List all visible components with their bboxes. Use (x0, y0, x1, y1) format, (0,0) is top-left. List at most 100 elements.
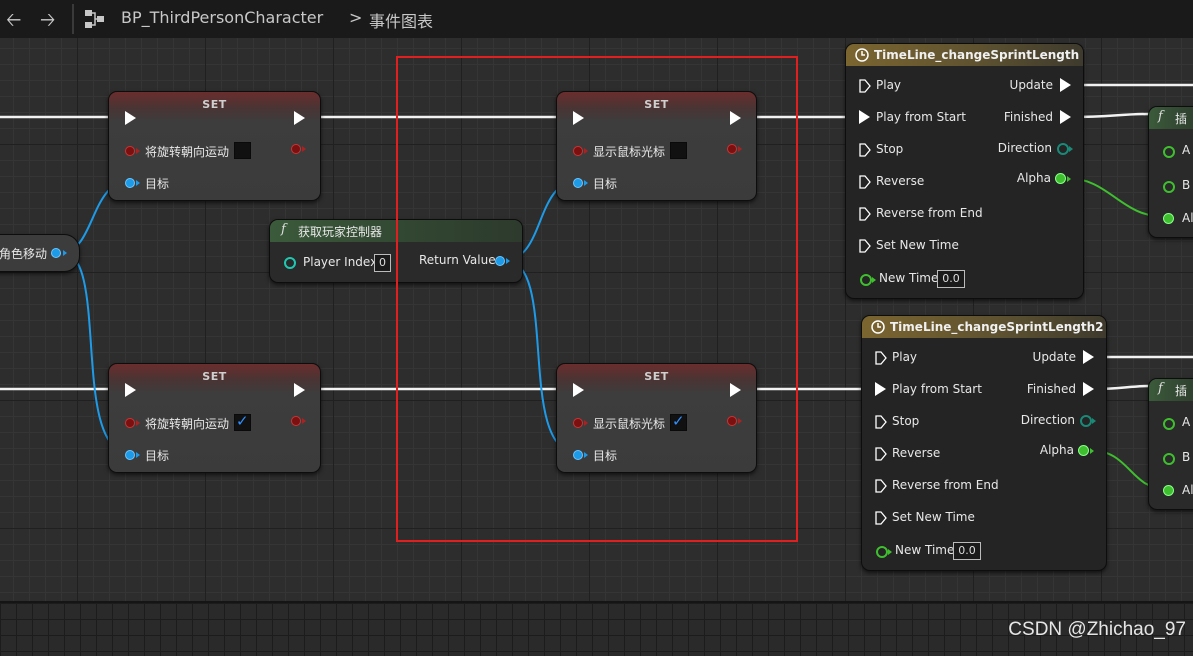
node-title: SET (202, 98, 227, 111)
bool-output-pin[interactable] (291, 144, 301, 154)
direction-output-pin[interactable] (1057, 143, 1069, 155)
set-node-rotation-2[interactable]: SET 将旋转朝向运动 ✓ 目标 (108, 363, 321, 473)
bool-checkbox[interactable]: ✓ (234, 412, 251, 431)
exec-input-pin[interactable] (875, 511, 887, 525)
lerp-input-pin[interactable] (1163, 146, 1175, 158)
exec-input-pin[interactable] (859, 79, 871, 93)
exec-input-pin[interactable] (859, 110, 870, 124)
target-input-pin[interactable] (125, 450, 135, 460)
bool-input-pin[interactable] (125, 418, 135, 428)
new-time-pin[interactable] (860, 274, 872, 286)
timeline-node-2[interactable]: TimeLine_changeSprintLength2 Play Play f… (861, 315, 1107, 571)
target-input-pin[interactable] (125, 178, 135, 188)
exec-input-pin[interactable] (125, 111, 136, 125)
pin-label: Set New Time (892, 510, 975, 524)
function-icon: f (281, 222, 286, 237)
lerp-node-2[interactable]: f 插 A B Al (1148, 378, 1193, 510)
new-time-pin[interactable] (876, 546, 888, 558)
bool-label: 将旋转朝向运动 (145, 145, 230, 159)
variable-node-character-movement[interactable]: 角色移动 (0, 234, 80, 272)
clock-icon (855, 48, 869, 62)
bool-checkbox[interactable] (234, 142, 251, 159)
clock-icon (871, 320, 885, 334)
pin-label: Update (1009, 78, 1053, 92)
pin-arrow-icon (136, 148, 140, 154)
lerp-node-1[interactable]: f 插 A B Al (1148, 106, 1193, 238)
node-title: 获取玩家控制器 (298, 225, 383, 239)
pin-arrow-icon (888, 549, 892, 555)
exec-output-pin[interactable] (1060, 78, 1071, 92)
target-label: 目标 (145, 449, 170, 463)
node-title: 插 (1175, 384, 1188, 398)
node-title: SET (202, 370, 227, 383)
player-index-pin[interactable] (284, 257, 296, 269)
variable-label: 角色移动 (0, 247, 48, 261)
pin-label: B (1182, 450, 1191, 464)
exec-input-pin[interactable] (875, 479, 887, 493)
pin-label: Al (1182, 483, 1193, 497)
checkmark-icon: ✓ (236, 412, 249, 430)
pin-label: Al (1182, 211, 1193, 225)
lerp-input-pin[interactable] (1163, 485, 1174, 496)
exec-output-pin[interactable] (1083, 350, 1094, 364)
pin-arrow-icon (1067, 176, 1071, 182)
exec-output-pin[interactable] (1060, 110, 1071, 124)
timeline-node-1[interactable]: TimeLine_changeSprintLength Play Play fr… (845, 43, 1084, 299)
pin-label: A (1182, 415, 1191, 429)
pin-label: Update (1032, 350, 1076, 364)
exec-input-pin[interactable] (875, 447, 887, 461)
pin-arrow-icon (63, 250, 67, 256)
pin-arrow-icon (1090, 448, 1094, 454)
node-title: 插 (1175, 112, 1188, 126)
exec-input-pin[interactable] (125, 383, 136, 397)
lerp-input-pin[interactable] (1163, 213, 1174, 224)
pin-label: Alpha (1016, 171, 1051, 185)
pin-label: Play (892, 350, 918, 364)
exec-input-pin[interactable] (859, 175, 871, 189)
exec-output-pin[interactable] (1083, 382, 1094, 396)
pin-arrow-icon (1092, 418, 1096, 424)
alpha-output-pin[interactable] (1055, 173, 1066, 184)
set-node-rotation-1[interactable]: SET 将旋转朝向运动 目标 (108, 91, 321, 201)
pin-label: Direction (997, 141, 1052, 155)
pin-label: A (1182, 143, 1191, 157)
alpha-output-pin[interactable] (1078, 445, 1089, 456)
lerp-input-pin[interactable] (1163, 453, 1175, 465)
new-time-input[interactable]: 0.0 (953, 542, 981, 560)
pin-label: Stop (892, 414, 920, 428)
node-title: TimeLine_changeSprintLength2 (890, 320, 1104, 334)
exec-input-pin[interactable] (859, 239, 871, 253)
lerp-input-pin[interactable] (1163, 181, 1175, 193)
pin-label: Alpha (1039, 443, 1074, 457)
target-label: 目标 (145, 177, 170, 191)
object-output-pin[interactable] (51, 248, 61, 258)
pin-label: Play from Start (892, 382, 982, 396)
player-index-label: Player Index (303, 255, 378, 269)
pin-label: Reverse (876, 174, 925, 188)
exec-input-pin[interactable] (859, 207, 871, 221)
pin-arrow-icon (136, 452, 140, 458)
function-icon: f (1158, 109, 1163, 124)
new-time-input[interactable]: 0.0 (937, 270, 965, 288)
bool-output-pin[interactable] (291, 416, 301, 426)
watermark: CSDN @Zhichao_97 (1008, 619, 1186, 640)
exec-input-pin[interactable] (875, 415, 887, 429)
lerp-input-pin[interactable] (1163, 418, 1175, 430)
exec-input-pin[interactable] (875, 382, 886, 396)
pin-arrow-icon (302, 418, 306, 424)
exec-input-pin[interactable] (875, 351, 887, 365)
player-index-input[interactable]: 0 (374, 254, 391, 272)
pin-label: Finished (1003, 110, 1053, 124)
pin-label: Direction (1020, 413, 1075, 427)
pin-label: Reverse (892, 446, 941, 460)
new-time-label: New Time (879, 271, 939, 285)
pin-arrow-icon (302, 146, 306, 152)
bool-input-pin[interactable] (125, 146, 135, 156)
pin-label: Stop (876, 142, 904, 156)
highlight-box (396, 56, 798, 542)
new-time-label: New Time (895, 543, 955, 557)
exec-output-pin[interactable] (294, 111, 305, 125)
direction-output-pin[interactable] (1080, 415, 1092, 427)
exec-output-pin[interactable] (294, 383, 305, 397)
exec-input-pin[interactable] (859, 143, 871, 157)
